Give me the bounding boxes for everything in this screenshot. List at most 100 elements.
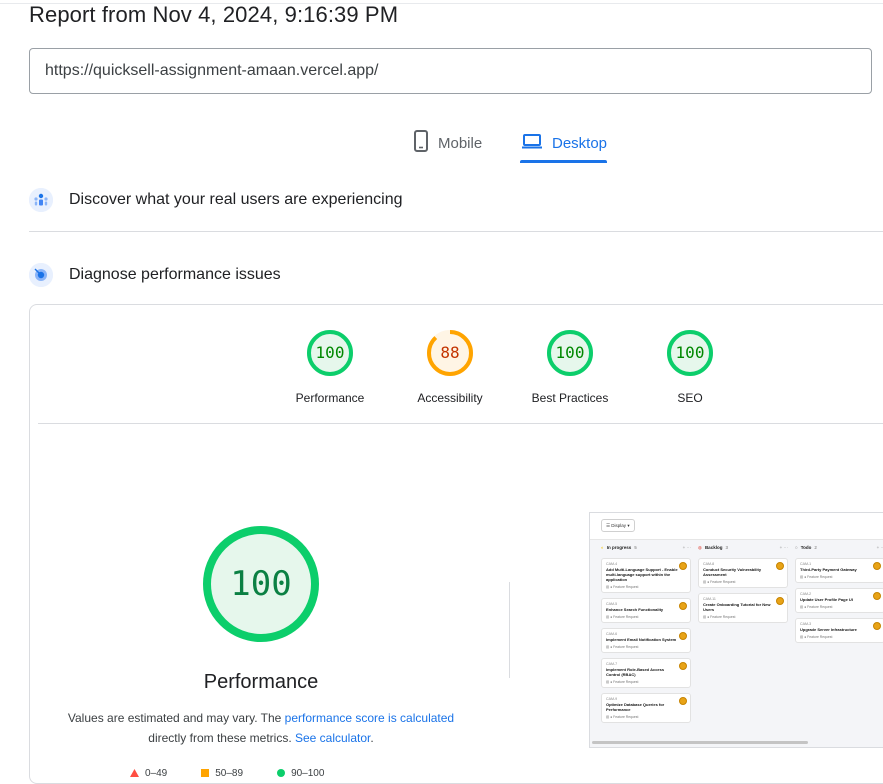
card-tag-label: Feature Request xyxy=(710,615,736,619)
card-title: Create Onboarding Tutorial for New Users xyxy=(703,602,771,612)
page-screenshot-thumbnail[interactable]: ☰ Display ▾ ◐ In progress 5 + ··· CAM-4 Add … xyxy=(589,512,883,748)
todo-icon: ○ xyxy=(795,545,798,550)
tab-mobile-label: Mobile xyxy=(438,134,483,152)
performance-explanation: Values are estimated and may vary. The p… xyxy=(61,708,461,748)
section-discover[interactable]: Discover what your real users are experi… xyxy=(29,188,402,212)
gauge-ring: 100 xyxy=(546,329,594,377)
card-tag: ▥ ● Feature Request xyxy=(606,715,639,719)
explain-prefix: Values are estimated and may vary. The xyxy=(67,711,285,725)
thumbnail-card: CAM-1 Third-Party Payment Gateway ▥ ● Feat… xyxy=(795,558,883,583)
legend-fail: 0–49 xyxy=(130,767,167,779)
thumbnail-scrollbar xyxy=(592,741,808,744)
gauge-label: SEO xyxy=(677,391,703,405)
gauge-score: 100 xyxy=(675,343,705,362)
card-tag: ▥ ● Feature Request xyxy=(703,580,736,584)
diagnostics-card: 100 Performance 88 Accessibility 100 Bes… xyxy=(29,304,883,784)
card-id: CAM-9 xyxy=(606,697,618,701)
card-tag-label: Feature Request xyxy=(613,680,639,684)
thumbnail-card: CAM-7 Implement Role-Based Access Control… xyxy=(601,658,691,688)
column-header: ◍ Backlog 3 + ··· xyxy=(698,543,788,553)
card-tag-label: Feature Request xyxy=(613,715,639,719)
avatar xyxy=(776,562,784,570)
gauge-accessibility[interactable]: 88 Accessibility xyxy=(390,329,510,405)
card-tag: ▥ ● Feature Request xyxy=(606,585,639,589)
backlog-icon: ◍ xyxy=(698,545,702,550)
card-id: CAM-2 xyxy=(800,592,812,596)
gauge-best-practices[interactable]: 100 Best Practices xyxy=(510,329,630,405)
card-title: Implement Email Notification System xyxy=(606,637,677,642)
performance-big-gauge: 100 xyxy=(201,524,321,644)
card-title: Add Multi-Language Support - Enable mult… xyxy=(606,567,678,582)
thumbnail-card: CAM-4 Add Multi-Language Support - Enable… xyxy=(601,558,691,593)
card-tag: ▥ ● Feature Request xyxy=(800,575,833,579)
see-calculator-link[interactable]: See calculator xyxy=(295,731,370,745)
section-diagnose[interactable]: Diagnose performance issues xyxy=(29,263,281,287)
users-icon xyxy=(29,188,53,212)
card-title: Conduct Security Vulnerability Assessmen… xyxy=(703,567,762,577)
card-tag: ▥ ● Feature Request xyxy=(800,605,833,609)
card-id: CAM-4 xyxy=(606,562,618,566)
gauge-performance[interactable]: 100 Performance xyxy=(270,329,390,405)
legend-average-label: 50–89 xyxy=(215,767,244,779)
card-tag: ▥ ● Feature Request xyxy=(800,635,833,639)
explain-middle: directly from these metrics. xyxy=(148,731,295,745)
thumbnail-card: CAM-11 Create Onboarding Tutorial for New… xyxy=(698,593,788,623)
card-title: Enhance Search Functionality xyxy=(606,607,664,612)
card-title: Upgrade Server Infrastructure xyxy=(800,627,857,632)
card-divider xyxy=(38,423,883,424)
thumbnail-column-backlog: ◍ Backlog 3 + ··· CAM-8 Conduct Security Vul… xyxy=(698,543,788,623)
card-id: CAM-3 xyxy=(800,622,812,626)
circle-icon xyxy=(277,769,286,777)
gauge-seo[interactable]: 100 SEO xyxy=(630,329,750,405)
card-id: CAM-7 xyxy=(606,662,618,666)
card-id: CAM-11 xyxy=(703,597,716,601)
thumbnail-topbar: ☰ Display ▾ xyxy=(590,513,883,540)
gauge-ring: 100 xyxy=(306,329,354,377)
column-count: 3 xyxy=(725,545,728,550)
thumbnail-column-in-progress: ◐ In progress 5 + ··· CAM-4 Add Multi-Langua… xyxy=(601,543,691,723)
gauge-label: Best Practices xyxy=(531,391,609,405)
avatar xyxy=(679,662,687,670)
plus-icon: + ··· xyxy=(779,545,788,550)
card-title: Optimize Database Queries for Performanc… xyxy=(606,702,665,712)
score-calculated-link[interactable]: performance score is calculated xyxy=(285,711,454,725)
square-icon xyxy=(201,769,210,777)
avatar xyxy=(679,602,687,610)
card-tag-label: Feature Request xyxy=(613,585,639,589)
category-gauges: 100 Performance 88 Accessibility 100 Bes… xyxy=(30,329,790,419)
legend-pass: 90–100 xyxy=(277,767,324,779)
card-tag-label: Feature Request xyxy=(807,605,833,609)
thumbnail-card: CAM-6 Implement Email Notification System… xyxy=(601,628,691,653)
avatar xyxy=(679,632,687,640)
gauge-ring: 100 xyxy=(666,329,714,377)
section-discover-label: Discover what your real users are experi… xyxy=(69,191,403,208)
tab-mobile[interactable]: Mobile xyxy=(413,124,482,162)
card-id: CAM-8 xyxy=(703,562,715,566)
in-progress-icon: ◐ xyxy=(601,545,604,550)
tab-desktop[interactable]: Desktop xyxy=(521,124,607,162)
gauge-label: Accessibility xyxy=(417,391,483,405)
thumbnail-card: CAM-3 Upgrade Server Infrastructure ▥ ● Fe… xyxy=(795,618,883,643)
column-count: 5 xyxy=(634,545,637,550)
card-id: CAM-5 xyxy=(606,602,618,606)
avatar xyxy=(873,592,881,600)
display-label: Display xyxy=(611,523,627,528)
gauge-label: Performance xyxy=(295,391,365,405)
card-title: Update User Profile Page UI xyxy=(800,597,853,602)
column-name: Backlog xyxy=(704,545,723,550)
active-tab-indicator xyxy=(520,160,607,163)
column-count: 2 xyxy=(814,545,817,550)
card-tag-label: Feature Request xyxy=(613,615,639,619)
score-legend: 0–49 50–89 90–100 xyxy=(130,767,430,779)
card-id: CAM-6 xyxy=(606,632,618,636)
avatar xyxy=(679,697,687,705)
avatar xyxy=(679,562,687,570)
url-field[interactable]: https://quicksell-assignment-amaan.verce… xyxy=(29,48,872,94)
column-name: Todo xyxy=(800,545,812,550)
thumbnail-column-todo: ○Todo2 + ··· CAM-1Third-Party Payment Gat… xyxy=(795,543,883,643)
gauge-score: 88 xyxy=(440,343,460,362)
laptop-icon xyxy=(521,133,543,153)
card-title: Implement Role-Based Access Control (RBA… xyxy=(606,667,665,677)
thumbnail-card: CAM-8 Conduct Security Vulnerability Asse… xyxy=(698,558,788,588)
big-gauge-score: 100 xyxy=(230,564,292,604)
